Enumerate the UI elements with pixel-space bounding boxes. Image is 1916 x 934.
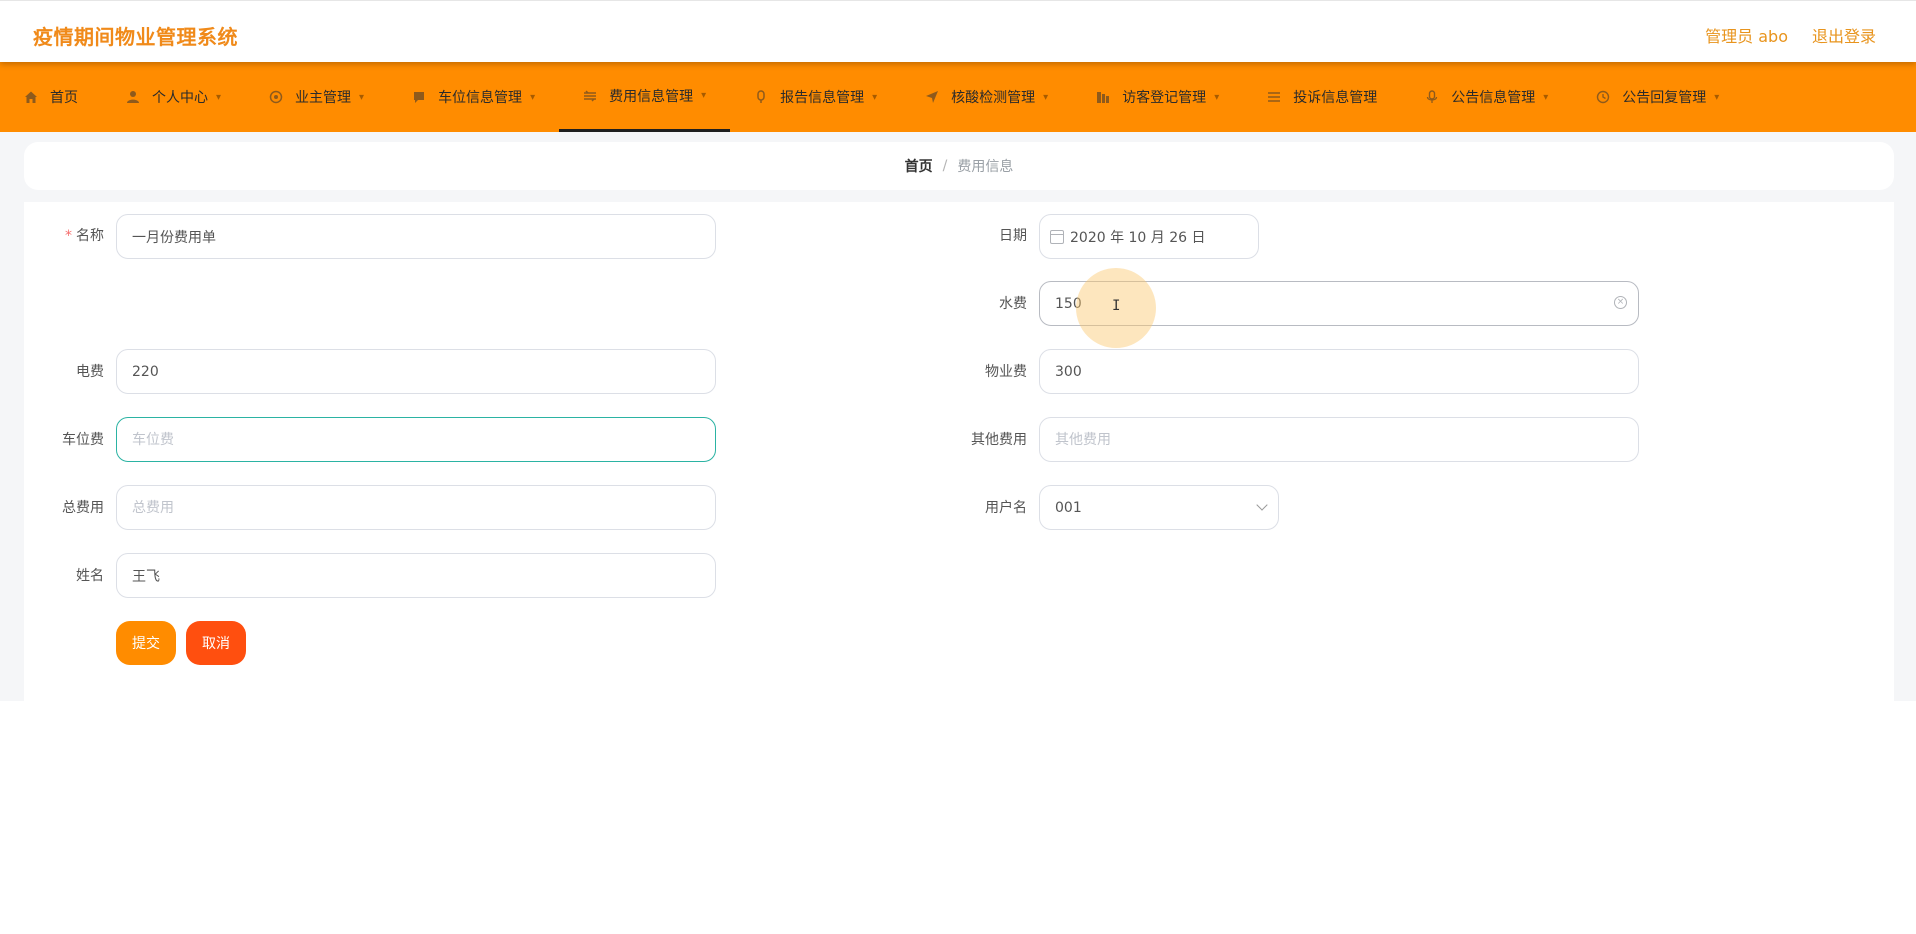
nav-item-visitor-management[interactable]: 访客登记管理 ▾ (1072, 62, 1243, 132)
other-fee-label: 其他费用 (971, 432, 1027, 448)
chevron-down-icon: ▾ (1043, 91, 1049, 103)
username-label: 用户名 (985, 500, 1027, 516)
property-fee-label: 物业费 (985, 364, 1027, 380)
nav-item-notice-reply-management[interactable]: 公告回复管理 ▾ (1572, 62, 1743, 132)
nav-label: 报告信息管理 (780, 90, 865, 106)
name-label: * 名称 (65, 228, 104, 244)
total-fee-input[interactable] (116, 485, 716, 530)
app-title: 疫情期间物业管理系统 (33, 25, 238, 49)
other-fee-input[interactable] (1039, 417, 1639, 462)
top-bar: 疫情期间物业管理系统 管理员 abo 退出登录 (0, 0, 1916, 62)
main-nav: 首页 个人中心 ▾ 业主管理 ▾ 车位信息管理 ▾ 费用信息管理 ▾ 报告信息管… (0, 62, 1916, 132)
nav-item-report-management[interactable]: 报告信息管理 ▾ (730, 62, 901, 132)
nav-item-nucleic-test-management[interactable]: 核酸检测管理 ▾ (901, 62, 1072, 132)
visitor-icon (1097, 92, 1110, 103)
clear-icon[interactable]: × (1614, 296, 1627, 309)
name-input[interactable] (116, 214, 716, 259)
chevron-down-icon: ▾ (1714, 91, 1720, 103)
property-fee-input[interactable] (1039, 349, 1639, 394)
owner-icon (269, 90, 283, 104)
chevron-down-icon: ▾ (1543, 91, 1549, 103)
total-fee-label: 总费用 (62, 500, 104, 516)
nav-item-owner-management[interactable]: 业主管理 ▾ (245, 62, 388, 132)
nav-label: 访客登记管理 (1122, 90, 1207, 106)
nav-item-parking-management[interactable]: 车位信息管理 ▾ (388, 62, 559, 132)
parking-icon (414, 92, 425, 103)
chevron-down-icon (1256, 499, 1268, 511)
logout-link[interactable]: 退出登录 (1812, 23, 1876, 47)
user-icon (127, 91, 139, 103)
nav-label: 公告信息管理 (1451, 90, 1536, 106)
date-value: 2020 年 10 月 26 日 (1070, 229, 1206, 246)
complaint-icon (1268, 92, 1281, 102)
nav-item-notice-management[interactable]: 公告信息管理 ▾ (1401, 62, 1572, 132)
home-icon (25, 91, 37, 103)
nav-label: 车位信息管理 (438, 90, 523, 106)
real-name-label: 姓名 (76, 568, 104, 584)
nav-item-complaint-management[interactable]: 投诉信息管理 (1243, 62, 1401, 132)
nav-label: 首页 (50, 90, 78, 106)
chevron-down-icon: ▾ (530, 91, 536, 103)
breadcrumb-current: 费用信息 (957, 159, 1014, 175)
test-icon (926, 91, 939, 103)
parking-fee-label: 车位费 (62, 432, 104, 448)
breadcrumb-home[interactable]: 首页 (905, 156, 933, 176)
breadcrumb: 首页 / 费用信息 (24, 142, 1894, 190)
notice-icon (1427, 90, 1438, 103)
chevron-down-icon: ▾ (872, 91, 878, 103)
top-right-actions: 管理员 abo 退出登录 (1705, 23, 1876, 47)
admin-user-link[interactable]: 管理员 abo (1705, 23, 1788, 47)
real-name-input[interactable] (116, 553, 716, 598)
required-mark: * (65, 228, 72, 244)
date-picker[interactable]: 2020 年 10 月 26 日 (1039, 214, 1259, 259)
cancel-button[interactable]: 取消 (186, 621, 246, 665)
nav-item-home[interactable]: 首页 (0, 62, 102, 132)
nav-label: 投诉信息管理 (1293, 90, 1378, 106)
username-select[interactable]: 001 (1039, 485, 1279, 530)
submit-button[interactable]: 提交 (116, 621, 176, 665)
chevron-down-icon: ▾ (359, 91, 365, 103)
date-label: 日期 (999, 228, 1027, 244)
username-value: 001 (1055, 499, 1082, 516)
water-fee-label: 水费 (999, 296, 1027, 312)
parking-fee-input[interactable] (116, 417, 716, 462)
chevron-down-icon: ▾ (701, 90, 707, 101)
electric-fee-input[interactable] (116, 349, 716, 394)
breadcrumb-separator: / (942, 158, 948, 174)
chevron-down-icon: ▾ (1214, 91, 1220, 103)
chevron-down-icon: ▾ (216, 91, 222, 103)
report-icon (757, 90, 765, 103)
nav-label: 个人中心 (152, 90, 208, 106)
calendar-icon (1050, 229, 1064, 244)
nav-item-fee-management[interactable]: 费用信息管理 ▾ (559, 62, 731, 132)
reply-icon (1597, 90, 1610, 104)
fee-icon (584, 89, 597, 102)
nav-label: 业主管理 (295, 90, 352, 106)
nav-label: 核酸检测管理 (951, 90, 1036, 106)
electric-fee-label: 电费 (76, 364, 104, 380)
nav-label: 费用信息管理 (609, 88, 694, 105)
nav-label: 公告回复管理 (1622, 90, 1707, 106)
nav-item-personal-center[interactable]: 个人中心 ▾ (102, 62, 245, 132)
text-cursor-icon: I (1112, 298, 1121, 314)
